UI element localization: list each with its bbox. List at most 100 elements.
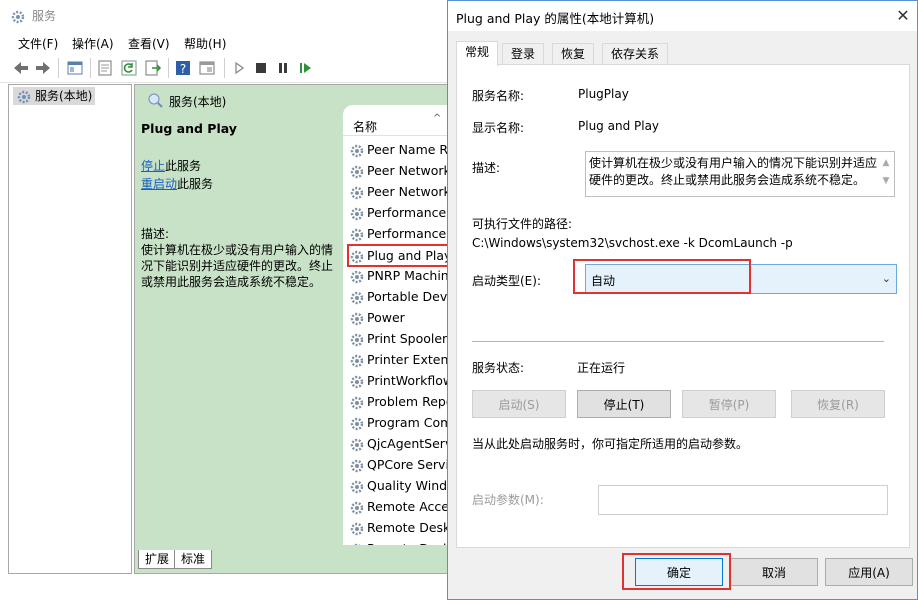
tab-standard[interactable]: 标准 bbox=[174, 550, 213, 569]
description-text: 使计算机在极少或没有用户输入的情况下能识别并适应硬件的更改。终止或禁用此服务会造… bbox=[589, 156, 878, 187]
back-arrow-icon[interactable] bbox=[12, 59, 30, 77]
exe-path-value: C:\Windows\system32\svchost.exe -k DcomL… bbox=[472, 236, 793, 250]
console-tree-icon[interactable] bbox=[66, 59, 84, 77]
stop-service-action: 停止此服务 bbox=[141, 159, 202, 173]
menu-view[interactable]: 查看(V) bbox=[128, 35, 170, 52]
service-row-name: Peer Name R bbox=[367, 142, 449, 157]
description-box[interactable]: 使计算机在极少或没有用户输入的情况下能识别并适应硬件的更改。终止或禁用此服务会造… bbox=[585, 151, 895, 197]
tab-extended[interactable]: 扩展 bbox=[138, 550, 177, 569]
show-hide-pane-icon[interactable] bbox=[198, 59, 216, 77]
general-tab-panel: 服务名称: PlugPlay 显示名称: Plug and Play 描述: 使… bbox=[456, 64, 910, 548]
display-name-label: 显示名称: bbox=[472, 121, 525, 135]
display-name-value: Plug and Play bbox=[578, 119, 660, 133]
gear-icon bbox=[350, 207, 364, 220]
gear-icon bbox=[350, 291, 364, 304]
service-row-name: PrintWorkflow bbox=[367, 373, 454, 388]
tab-dependencies[interactable]: 依存关系 bbox=[602, 43, 669, 64]
gear-icon bbox=[350, 333, 364, 346]
stop-service-link[interactable]: 停止 bbox=[141, 159, 165, 173]
pause-service-icon[interactable] bbox=[274, 59, 292, 77]
service-row-name: Power bbox=[367, 310, 405, 325]
status-label: 服务状态: bbox=[472, 361, 525, 375]
description-scrollbar[interactable]: ▲ ▼ bbox=[880, 154, 892, 194]
view-tabs: 扩展 标准 bbox=[134, 548, 464, 572]
start-button[interactable]: 启动(S) bbox=[472, 390, 566, 418]
gear-icon bbox=[350, 165, 364, 178]
service-row-name: Printer Extens bbox=[367, 352, 455, 367]
resume-button[interactable]: 恢复(R) bbox=[791, 390, 885, 418]
close-icon[interactable]: ✕ bbox=[892, 5, 914, 27]
restart-service-icon[interactable] bbox=[296, 59, 314, 77]
status-value: 正在运行 bbox=[577, 361, 626, 375]
menu-file[interactable]: 文件(F) bbox=[18, 35, 58, 52]
apply-button[interactable]: 应用(A) bbox=[825, 558, 913, 586]
gear-icon bbox=[350, 354, 364, 367]
service-row-name: Quality Windo bbox=[367, 478, 455, 493]
service-row-name: PNRP Machin bbox=[367, 268, 449, 283]
forward-arrow-icon[interactable] bbox=[34, 59, 52, 77]
restart-service-link[interactable]: 重启动 bbox=[141, 177, 177, 191]
service-row-name: QjcAgentServ bbox=[367, 436, 453, 451]
start-params-input[interactable] bbox=[598, 485, 888, 515]
stop-service-icon[interactable] bbox=[252, 59, 270, 77]
service-row-name: Peer Network bbox=[367, 163, 451, 178]
menu-action[interactable]: 操作(A) bbox=[72, 35, 114, 52]
service-row-name: Performance bbox=[367, 226, 447, 241]
service-row-name: Peer Network bbox=[367, 184, 451, 199]
gear-icon bbox=[350, 501, 364, 514]
console-tree: 服务(本地) bbox=[8, 84, 132, 574]
service-row-name: Print Spooler bbox=[367, 331, 448, 346]
gear-icon bbox=[350, 459, 364, 472]
gear-icon bbox=[350, 250, 364, 263]
gear-icon bbox=[350, 417, 364, 430]
gear-icon bbox=[350, 522, 364, 535]
dialog-tabs: 常规 登录 恢复 依存关系 bbox=[456, 41, 910, 66]
startup-type-select[interactable]: 自动 ⌄ bbox=[585, 264, 897, 294]
startup-type-label: 启动类型(E): bbox=[472, 274, 541, 288]
tab-logon[interactable]: 登录 bbox=[502, 43, 545, 64]
services-content-pane: 服务(本地) Plug and Play 停止此服务 重启动此服务 描述: 使计… bbox=[134, 84, 466, 574]
service-row-name: Remote Deskt bbox=[367, 541, 455, 545]
startup-type-value: 自动 bbox=[591, 274, 616, 288]
gear-icon bbox=[11, 10, 25, 23]
magnifier-icon bbox=[148, 93, 163, 108]
start-params-label: 启动参数(M): bbox=[472, 493, 544, 507]
dialog-title: Plug and Play 的属性(本地计算机) bbox=[456, 11, 655, 26]
refresh-icon[interactable] bbox=[120, 59, 138, 77]
service-row-name: Problem Repo bbox=[367, 394, 454, 409]
start-service-icon[interactable] bbox=[230, 59, 248, 77]
ok-button[interactable]: 确定 bbox=[635, 558, 723, 586]
service-name-label: 服务名称: bbox=[472, 89, 525, 103]
service-row-name: Remote Acces bbox=[367, 499, 456, 514]
gear-icon bbox=[17, 90, 31, 103]
cancel-button[interactable]: 取消 bbox=[730, 558, 818, 586]
service-name-value: PlugPlay bbox=[578, 87, 629, 101]
tab-general[interactable]: 常规 bbox=[456, 41, 499, 66]
start-params-hint: 当从此处启动服务时，你可指定所适用的启动参数。 bbox=[472, 437, 749, 451]
gear-icon bbox=[350, 312, 364, 325]
gear-icon bbox=[350, 144, 364, 157]
service-row-name: Program Com bbox=[367, 415, 453, 430]
help-icon[interactable]: ? bbox=[174, 59, 192, 77]
properties-dialog: Plug and Play 的属性(本地计算机) ✕ 常规 登录 恢复 依存关系… bbox=[447, 0, 918, 600]
gear-icon bbox=[350, 186, 364, 199]
gear-icon bbox=[350, 438, 364, 451]
pause-button[interactable]: 暂停(P) bbox=[682, 390, 776, 418]
sort-ascending-icon: ^ bbox=[433, 113, 442, 124]
gear-icon bbox=[350, 228, 364, 241]
dialog-titlebar: Plug and Play 的属性(本地计算机) ✕ bbox=[448, 1, 917, 31]
service-row-name: Remote Deskt bbox=[367, 520, 456, 535]
selected-service-name: Plug and Play bbox=[141, 121, 237, 136]
stop-button[interactable]: 停止(T) bbox=[577, 390, 671, 418]
service-description: 使计算机在极少或没有用户输入的情况下能识别并适应硬件的更改。终止或禁用此服务会造… bbox=[141, 243, 334, 289]
content-header-title: 服务(本地) bbox=[169, 95, 227, 109]
window-title: 服务 bbox=[10, 0, 56, 32]
properties-icon[interactable] bbox=[96, 59, 114, 77]
menu-help[interactable]: 帮助(H) bbox=[184, 35, 226, 52]
export-list-icon[interactable] bbox=[144, 59, 162, 77]
gear-icon bbox=[350, 480, 364, 493]
gear-icon bbox=[350, 396, 364, 409]
tree-item-local-services[interactable]: 服务(本地) bbox=[13, 87, 96, 105]
description-label: 描述: bbox=[472, 161, 501, 175]
tab-recovery[interactable]: 恢复 bbox=[552, 43, 595, 64]
